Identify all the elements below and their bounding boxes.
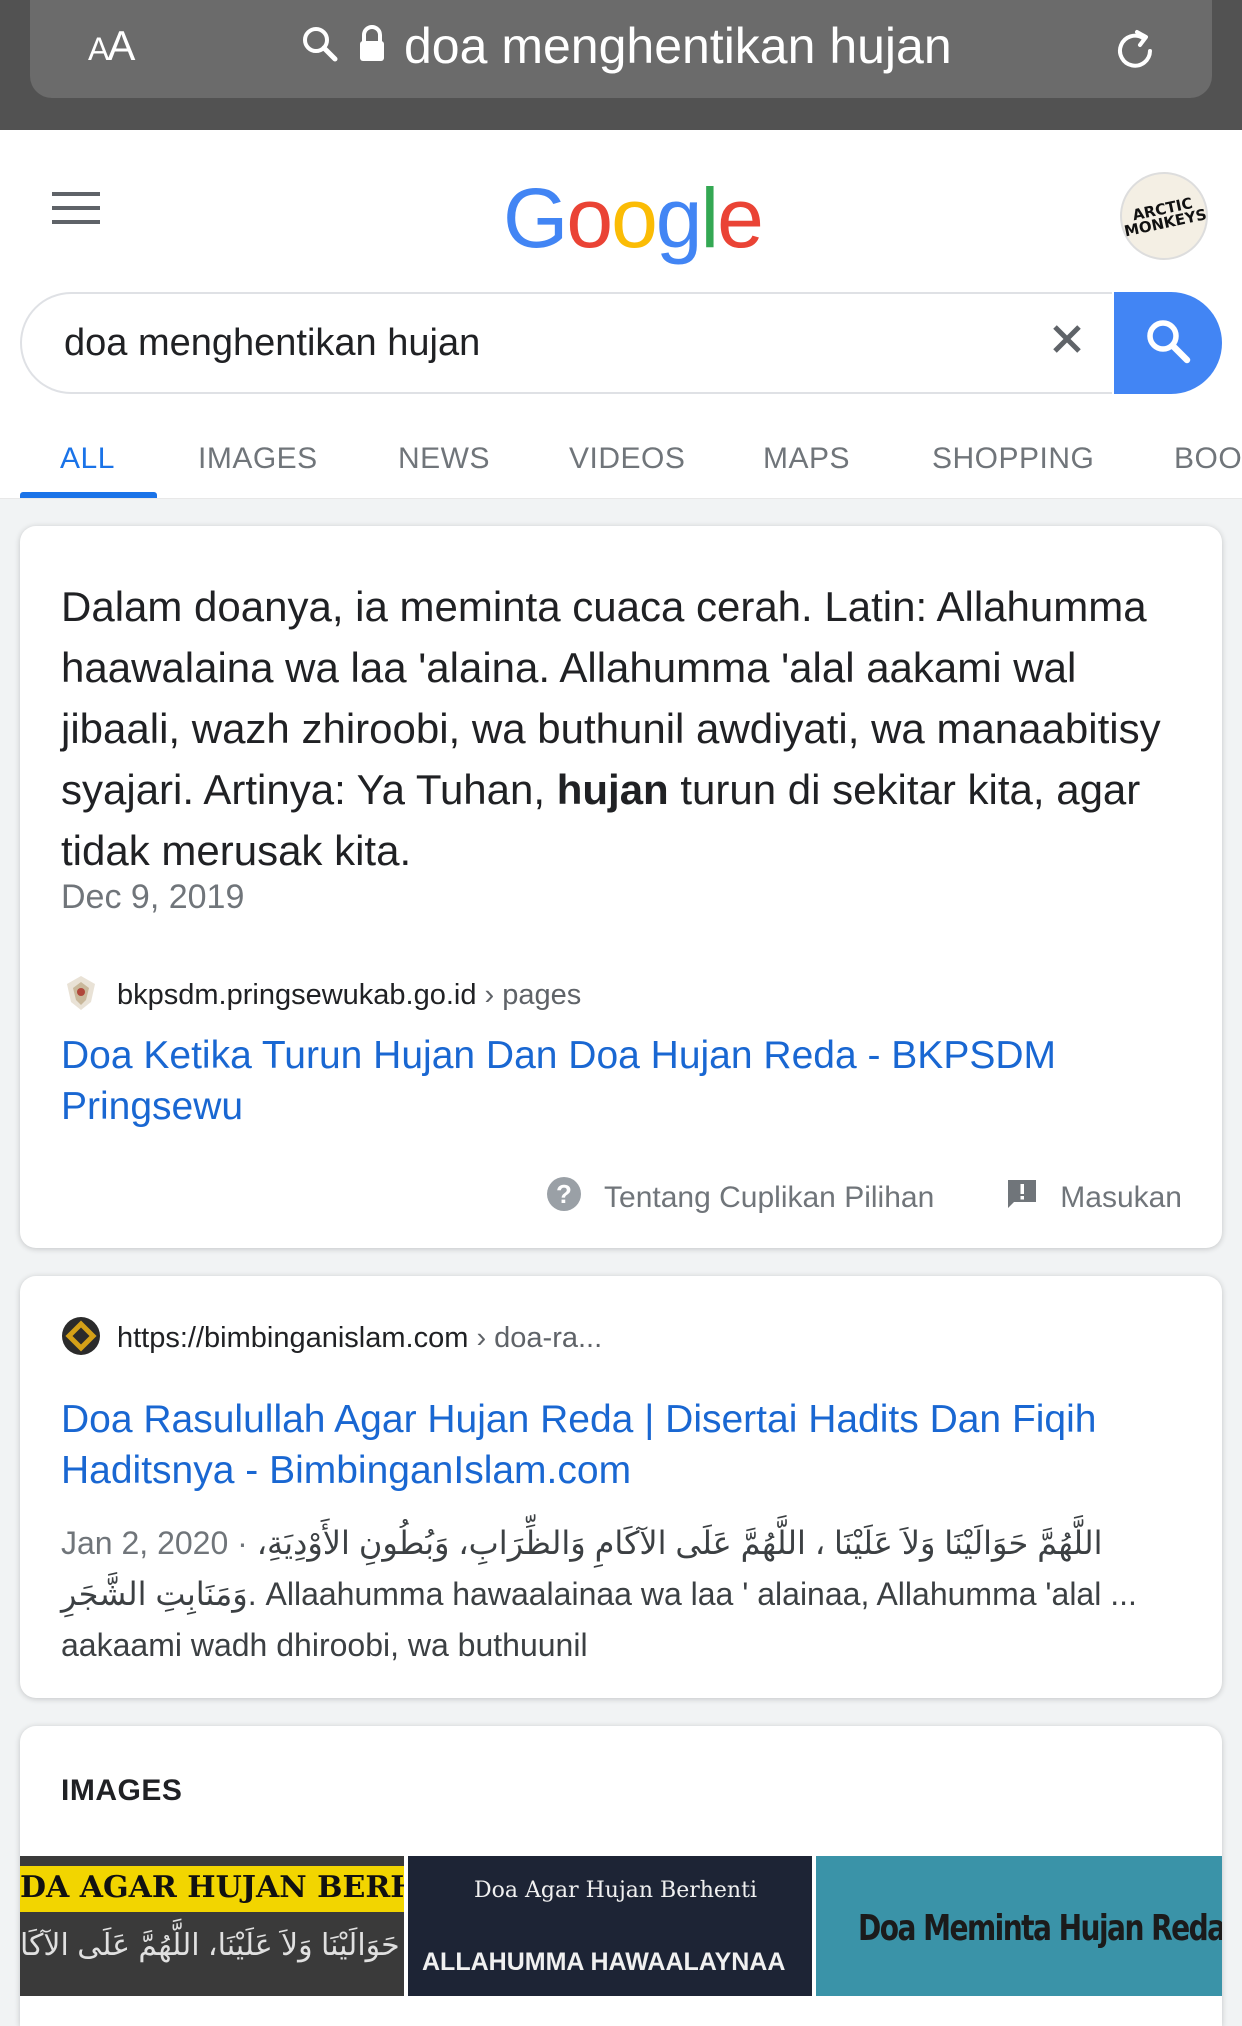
address-bar[interactable]: AA doa menghentikan hujan: [30, 0, 1212, 98]
tab-books[interactable]: BOO: [1174, 442, 1242, 476]
browser-toolbar: AA doa menghentikan hujan: [0, 0, 1242, 130]
logo-letter: l: [700, 171, 720, 265]
help-icon[interactable]: ?: [546, 1176, 582, 1220]
image-thumbnail[interactable]: Doa Agar Hujan Berhenti ALLAHUMMA HAWAAL…: [408, 1856, 812, 1996]
image-thumbnail[interactable]: Doa Meminta Hujan Reda: [816, 1856, 1222, 1996]
breadcrumb-site: https://bimbinganislam.com: [117, 1322, 469, 1354]
reload-icon[interactable]: [1110, 26, 1160, 81]
snippet-highlight: hujan: [556, 766, 669, 813]
tab-news[interactable]: NEWS: [398, 442, 490, 476]
avatar-text: ARCTIC MONKEYS: [1122, 194, 1209, 241]
search-result-card: https://bimbinganislam.com › doa-ra... D…: [20, 1276, 1222, 1698]
breadcrumb-path: › doa-ra...: [476, 1322, 603, 1354]
logo-letter: e: [717, 171, 764, 265]
thumbnail-subcaption: حَوَالَيْنَا وَلاَ عَلَيْنَا، اللَّهُمَّ…: [20, 1929, 400, 1962]
logo-letter: G: [503, 171, 568, 265]
lock-icon: [358, 24, 386, 69]
text-size-large-label: A: [107, 22, 135, 69]
reader-text-size-button[interactable]: AA: [88, 22, 135, 70]
thumbnail-subcaption: ALLAHUMMA HAWAALAYNAA: [422, 1948, 786, 1976]
url-text[interactable]: doa menghentikan hujan: [404, 17, 952, 75]
result-source[interactable]: https://bimbinganislam.com › doa-ra...: [61, 1316, 602, 1361]
thumbnail-caption: Doa Agar Hujan Berhenti: [474, 1878, 757, 1903]
logo-letter: o: [611, 171, 658, 265]
tab-videos[interactable]: VIDEOS: [569, 442, 685, 476]
close-icon[interactable]: [1050, 322, 1084, 361]
breadcrumb: bkpsdm.pringsewukab.go.id › pages: [117, 979, 581, 1012]
tab-shopping[interactable]: SHOPPING: [932, 442, 1094, 476]
result-title-link[interactable]: Doa Rasulullah Agar Hujan Reda | Diserta…: [61, 1394, 1191, 1496]
snippet-date: Dec 9, 2019: [61, 878, 245, 916]
account-avatar[interactable]: ARCTIC MONKEYS: [1111, 163, 1217, 269]
about-featured-snippets-link[interactable]: Tentang Cuplikan Pilihan: [604, 1181, 934, 1215]
thumbnail-caption: DA AGAR HUJAN BERHEN: [20, 1870, 404, 1905]
tab-maps[interactable]: MAPS: [763, 442, 850, 476]
tab-images[interactable]: IMAGES: [198, 442, 318, 476]
search-input[interactable]: doa menghentikan hujan: [20, 292, 1112, 394]
breadcrumb-path: › pages: [484, 979, 582, 1011]
images-heading: IMAGES: [61, 1774, 183, 1807]
active-tab-indicator: [20, 492, 157, 498]
breadcrumb-site: bkpsdm.pringsewukab.go.id: [117, 979, 477, 1011]
tab-all[interactable]: ALL: [60, 442, 115, 476]
snippet-footer: ? Tentang Cuplikan Pilihan Masukan: [546, 1176, 1182, 1220]
result-title-link[interactable]: Doa Ketika Turun Hujan Dan Doa Hujan Red…: [61, 1030, 1191, 1132]
result-date: Jan 2, 2020 ·: [61, 1525, 257, 1561]
text-size-small-label: A: [88, 31, 109, 67]
result-source[interactable]: bkpsdm.pringsewukab.go.id › pages: [61, 972, 581, 1019]
breadcrumb: https://bimbinganislam.com › doa-ra...: [117, 1322, 602, 1355]
google-header: Google ARCTIC MONKEYS doa menghentikan h…: [0, 130, 1242, 499]
hamburger-menu-icon[interactable]: [52, 190, 100, 231]
feedback-icon[interactable]: [1006, 1178, 1038, 1218]
images-section-card: IMAGES DA AGAR HUJAN BERHEN حَوَالَيْنَا…: [20, 1726, 1222, 2026]
image-thumbnail[interactable]: DA AGAR HUJAN BERHEN حَوَالَيْنَا وَلاَ …: [20, 1856, 404, 1996]
site-favicon-icon: [61, 1316, 101, 1361]
logo-letter: g: [655, 171, 703, 265]
search-button[interactable]: [1114, 292, 1222, 394]
logo-letter: o: [566, 171, 613, 265]
google-logo[interactable]: Google: [503, 170, 764, 267]
feedback-link[interactable]: Masukan: [1060, 1181, 1182, 1215]
search-icon: [1143, 316, 1193, 371]
result-snippet: Jan 2, 2020 · اللَّهُمَّ حَوَالَيْنَا وَ…: [61, 1518, 1191, 1671]
site-favicon-icon: [61, 972, 101, 1019]
featured-snippet-text: Dalam doanya, ia meminta cuaca cerah. La…: [61, 576, 1191, 881]
featured-snippet-card: Dalam doanya, ia meminta cuaca cerah. La…: [20, 526, 1222, 1248]
thumbnail-caption: Doa Meminta Hujan Reda: [858, 1908, 1222, 1949]
search-query-text[interactable]: doa menghentikan hujan: [64, 322, 480, 365]
search-tabs: ALL IMAGES NEWS VIDEOS MAPS SHOPPING BOO: [0, 430, 1242, 499]
search-icon: [300, 24, 340, 69]
svg-text:?: ?: [556, 1179, 572, 1209]
